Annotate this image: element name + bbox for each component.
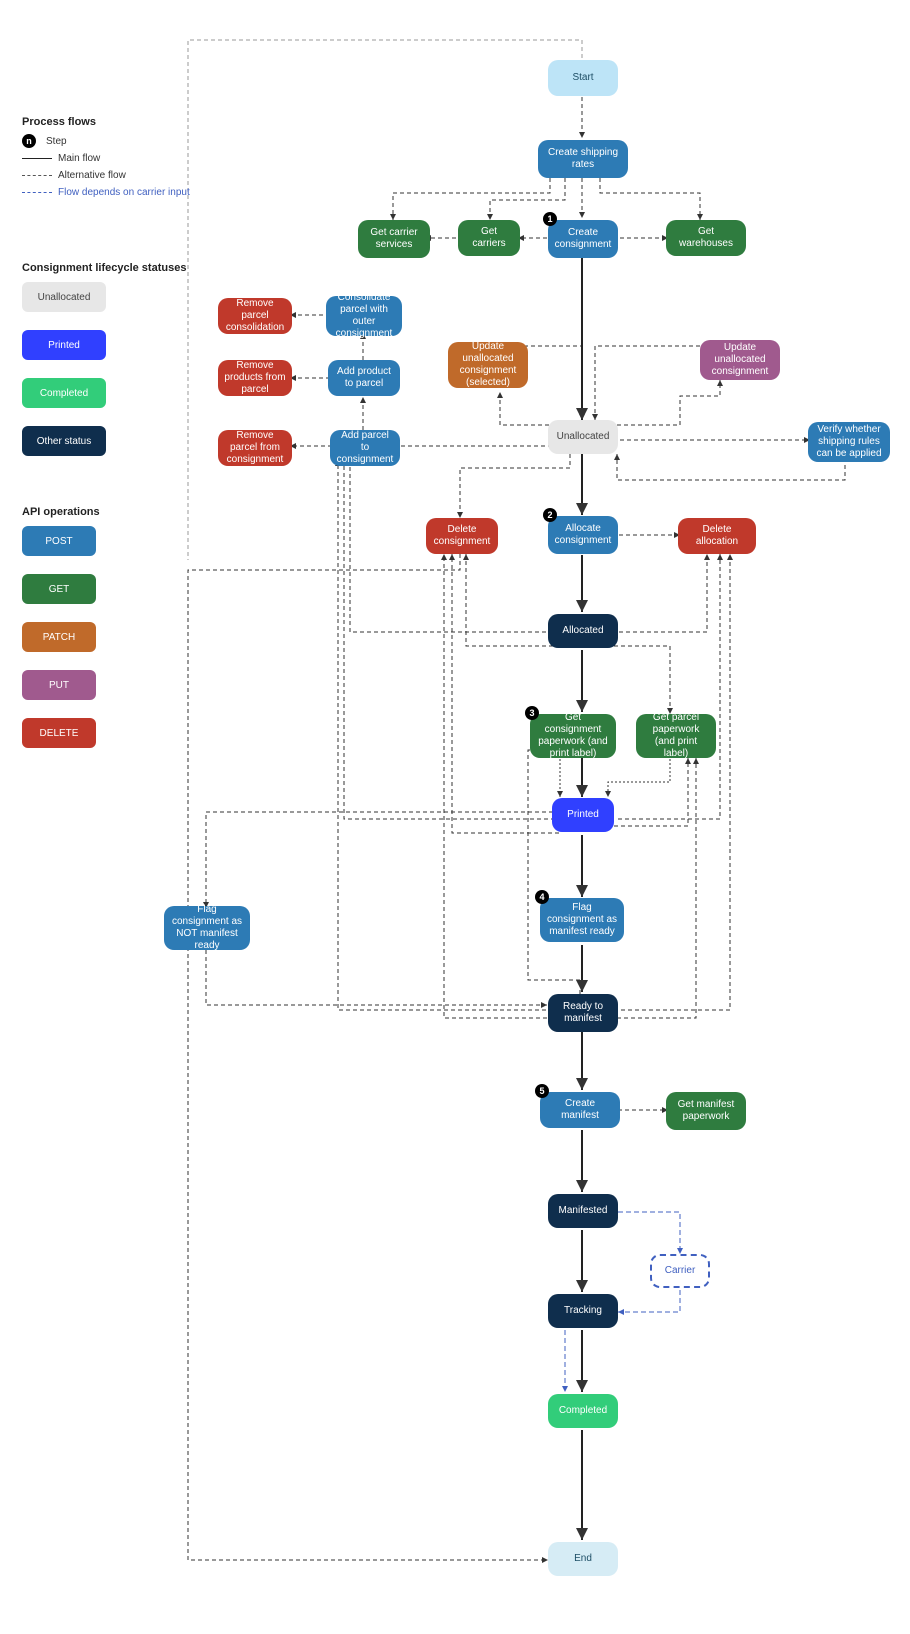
- node-remove-products: Remove products from parcel: [218, 360, 292, 396]
- node-ready-to-manifest: Ready to manifest: [548, 994, 618, 1032]
- node-allocate-consignment: Allocate consignment: [548, 516, 618, 554]
- legend-carrier-line: [22, 192, 52, 194]
- node-delete-consignment: Delete consignment: [426, 518, 498, 554]
- node-get-consignment-paperwork: Get consignment paperwork (and print lab…: [530, 714, 616, 758]
- step-2-badge: 2: [543, 508, 557, 522]
- legend-alt-label: Alternative flow: [58, 170, 126, 181]
- legend-printed: Printed: [22, 330, 106, 360]
- step-4-badge: 4: [535, 890, 549, 904]
- node-carrier: Carrier: [650, 1254, 710, 1288]
- node-get-parcel-paperwork: Get parcel paperwork (and print label): [636, 714, 716, 758]
- node-get-carrier-services: Get carrier services: [358, 220, 430, 258]
- node-manifested: Manifested: [548, 1194, 618, 1228]
- node-get-warehouses: Get warehouses: [666, 220, 746, 256]
- legend-patch: PATCH: [22, 622, 96, 652]
- legend-statuses-title: Consignment lifecycle statuses: [22, 262, 186, 274]
- legend-put: PUT: [22, 670, 96, 700]
- node-create-shipping-rates: Create shipping rates: [538, 140, 628, 178]
- node-delete-allocation: Delete allocation: [678, 518, 756, 554]
- node-update-unallocated: Update unallocated consignment: [700, 340, 780, 380]
- step-3-badge: 3: [525, 706, 539, 720]
- legend-main-label: Main flow: [58, 153, 100, 164]
- node-remove-parcel: Remove parcel from consignment: [218, 430, 292, 466]
- node-verify-shipping-rules: Verify whether shipping rules can be app…: [808, 422, 890, 462]
- legend-delete: DELETE: [22, 718, 96, 748]
- step-5-badge: 5: [535, 1084, 549, 1098]
- legend-process-flows-title: Process flows: [22, 116, 96, 128]
- edges-layer: [0, 0, 910, 1634]
- node-get-manifest-paperwork: Get manifest paperwork: [666, 1092, 746, 1130]
- node-completed: Completed: [548, 1394, 618, 1428]
- node-get-carriers: Get carriers: [458, 220, 520, 256]
- node-allocated: Allocated: [548, 614, 618, 648]
- node-remove-parcel-consolidation: Remove parcel consolidation: [218, 298, 292, 334]
- step-1-badge: 1: [543, 212, 557, 226]
- node-flag-not-manifest-ready: Flag consignment as NOT manifest ready: [164, 906, 250, 950]
- node-create-consignment: Create consignment: [548, 220, 618, 258]
- legend-step-label: Step: [46, 136, 67, 147]
- node-unallocated: Unallocated: [548, 420, 618, 454]
- legend-other-status: Other status: [22, 426, 106, 456]
- legend-api-title: API operations: [22, 506, 100, 518]
- legend-get: GET: [22, 574, 96, 604]
- node-update-unallocated-selected: Update unallocated consignment (selected…: [448, 342, 528, 388]
- legend-alt-line: [22, 175, 52, 177]
- node-consolidate-parcel: Consolidate parcel with outer consignmen…: [326, 296, 402, 336]
- legend-unallocated: Unallocated: [22, 282, 106, 312]
- node-end: End: [548, 1542, 618, 1576]
- node-start: Start: [548, 60, 618, 96]
- node-flag-manifest-ready: Flag consignment as manifest ready: [540, 898, 624, 942]
- legend-step-icon: n: [22, 134, 36, 148]
- node-printed: Printed: [552, 798, 614, 832]
- legend-main-line: [22, 158, 52, 160]
- legend-completed: Completed: [22, 378, 106, 408]
- node-tracking: Tracking: [548, 1294, 618, 1328]
- legend-carrier-label: Flow depends on carrier input: [58, 187, 190, 198]
- flow-diagram: Process flows n Step Main flow Alternati…: [0, 0, 910, 1634]
- node-add-parcel: Add parcel to consignment: [330, 430, 400, 466]
- node-create-manifest: Create manifest: [540, 1092, 620, 1128]
- node-add-product: Add product to parcel: [328, 360, 400, 396]
- legend-post: POST: [22, 526, 96, 556]
